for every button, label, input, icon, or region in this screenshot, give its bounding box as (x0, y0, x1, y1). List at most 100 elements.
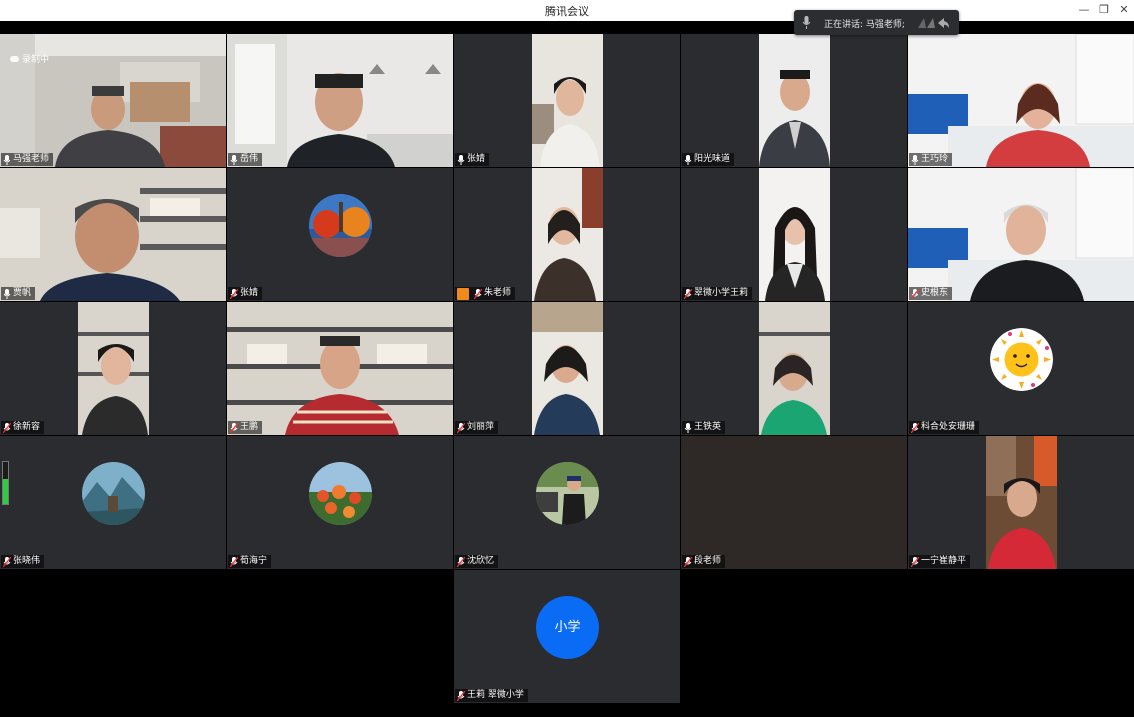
text-avatar: 小学 (536, 596, 599, 659)
participant-nametag: 张婧 (455, 153, 490, 166)
participant-tile[interactable]: 段老师 (681, 436, 907, 569)
participant-nametag: 一宁崔静平 (909, 555, 971, 568)
participant-tile[interactable]: 王铁英 (681, 302, 907, 435)
participant-name: 马强老师 (13, 154, 50, 164)
participant-name: 阳光味道 (694, 154, 731, 164)
participant-nametag: 王铁英 (682, 421, 726, 434)
participant-video (759, 302, 830, 435)
participant-video (532, 168, 603, 301)
mic-muted-icon (230, 422, 238, 433)
participant-nametag: 刘丽萍 (455, 421, 499, 434)
participant-tile[interactable]: 翠微小学王莉 (681, 168, 907, 301)
participant-tile[interactable]: 刘丽萍 (454, 302, 680, 435)
participant-video (532, 34, 603, 167)
participant-name: 王莉 翠微小学 (467, 690, 524, 700)
participant-name: 翠微小学王莉 (694, 288, 749, 298)
participant-name: 张婧 (240, 288, 259, 298)
participant-avatar (536, 462, 599, 525)
participant-name: 段老师 (694, 556, 722, 566)
participant-video (986, 436, 1057, 569)
participant-video (759, 168, 830, 301)
mic-muted-icon (3, 422, 11, 433)
speaking-indicator: 正在讲话: 马强老师; (794, 10, 959, 35)
participant-nametag: 沈欣忆 (455, 555, 499, 568)
window-title: 腾讯会议 (545, 5, 589, 18)
participant-tile[interactable]: 录制中 马强老师 (0, 34, 226, 167)
mic-muted-icon (457, 422, 465, 433)
participant-tile[interactable]: 科合处安珊珊 (908, 302, 1134, 435)
participant-name: 王铁英 (694, 422, 722, 432)
mic-muted-icon (911, 556, 919, 567)
participant-nametag: 贾帆 (1, 287, 36, 300)
participant-name: 朱老师 (484, 288, 512, 298)
participant-video (227, 34, 453, 167)
empty-tile (908, 570, 1134, 703)
participant-tile[interactable]: 贾帆 (0, 168, 226, 301)
mic-icon (3, 154, 11, 165)
minimize-button[interactable]: — (1075, 2, 1093, 18)
participant-tile[interactable]: 朱老师 (454, 168, 680, 301)
participant-tile[interactable]: 张婧 (227, 168, 453, 301)
participant-name: 沈欣忆 (467, 556, 495, 566)
participant-tile[interactable]: 荀海宁 (227, 436, 453, 569)
mic-muted-icon (230, 288, 238, 299)
mic-muted-icon (474, 288, 482, 299)
participant-name: 科合处安珊珊 (921, 422, 976, 432)
mic-icon (3, 288, 11, 299)
participant-nametag: 王莉 翠微小学 (455, 689, 528, 702)
mic-muted-icon (3, 556, 11, 567)
participant-tile[interactable]: 王巧玲 (908, 34, 1134, 167)
participant-tile[interactable]: 史根东 (908, 168, 1134, 301)
mic-muted-icon (911, 288, 919, 299)
mic-icon (230, 154, 238, 165)
participant-nametag: 阳光味道 (682, 153, 735, 166)
participant-tile[interactable]: 阳光味道 (681, 34, 907, 167)
participant-nametag: 岳伟 (228, 153, 263, 166)
restore-button[interactable]: ❐ (1095, 2, 1113, 18)
participant-nametag: 张晓伟 (1, 555, 45, 568)
mic-muted-icon (457, 690, 465, 701)
participant-name: 王巧玲 (921, 154, 949, 164)
participant-avatar (309, 462, 372, 525)
participant-video (908, 34, 1134, 167)
empty-tile (227, 570, 453, 703)
participant-tile[interactable]: 王鹏 (227, 302, 453, 435)
participant-tile[interactable]: 小学 王莉 翠微小学 (454, 570, 680, 703)
participant-video (78, 302, 149, 435)
mic-icon (684, 422, 692, 433)
participant-name: 徐新容 (13, 422, 41, 432)
participant-video (908, 168, 1134, 301)
mic-icon (802, 16, 811, 29)
participant-tile[interactable]: 张晓伟 (0, 436, 226, 569)
participant-name: 刘丽萍 (467, 422, 495, 432)
mic-muted-icon (230, 556, 238, 567)
participant-name: 张晓伟 (13, 556, 41, 566)
mic-muted-icon (684, 556, 692, 567)
participant-nametag: 科合处安珊珊 (909, 421, 980, 434)
participant-video (532, 302, 603, 435)
mic-muted-icon (457, 556, 465, 567)
close-button[interactable]: ✕ (1115, 2, 1133, 18)
sun-avatar-icon (990, 328, 1053, 391)
participant-tile[interactable]: 沈欣忆 (454, 436, 680, 569)
participant-name: 王鹏 (240, 422, 259, 432)
participant-nametag: 徐新容 (1, 421, 45, 434)
title-bar: 腾讯会议 — ❐ ✕ (0, 0, 1134, 21)
participant-nametag: 段老师 (682, 555, 726, 568)
participant-name: 一宁崔静平 (921, 556, 967, 566)
participant-tile[interactable]: 张婧 (454, 34, 680, 167)
participant-name: 贾帆 (13, 288, 32, 298)
participant-nametag: 翠微小学王莉 (682, 287, 753, 300)
participant-nametag: 张婧 (228, 287, 263, 300)
participant-tile[interactable]: 徐新容 (0, 302, 226, 435)
participant-tile[interactable]: 一宁崔静平 (908, 436, 1134, 569)
participant-tile[interactable]: 岳伟 (227, 34, 453, 167)
participant-avatar (82, 462, 145, 525)
empty-tile (681, 570, 907, 703)
recording-label: 录制中 (22, 55, 50, 65)
cloud-icon (10, 55, 19, 62)
host-icon (457, 287, 469, 300)
participant-name: 岳伟 (240, 154, 259, 164)
participant-nametag: 荀海宁 (228, 555, 272, 568)
recording-indicator: 录制中 (10, 52, 49, 65)
